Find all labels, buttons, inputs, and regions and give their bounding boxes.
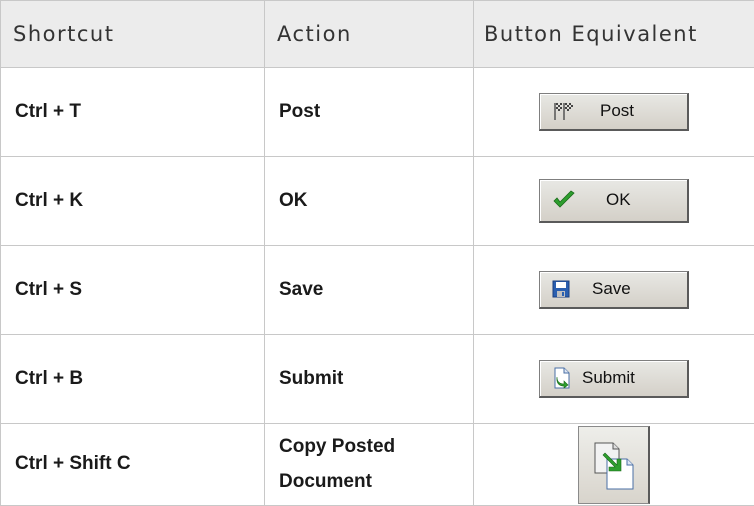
action-cell: OK bbox=[264, 155, 474, 246]
button-cell bbox=[473, 422, 754, 506]
ok-button-label: OK bbox=[606, 190, 631, 210]
table-header-row: Shortcut Action Button Equivalent bbox=[0, 0, 754, 68]
shortcut-table: Shortcut Action Button Equivalent Ctrl +… bbox=[0, 0, 754, 506]
save-button[interactable]: Save bbox=[539, 270, 689, 309]
table-row: Ctrl + Shift C Copy Posted Document bbox=[0, 422, 754, 506]
green-checkmark-icon bbox=[552, 190, 576, 210]
action-cell: Save bbox=[264, 244, 474, 335]
shortcut-cell: Ctrl + K bbox=[0, 155, 265, 246]
save-button-label: Save bbox=[592, 279, 631, 299]
floppy-disk-icon bbox=[552, 280, 570, 298]
shortcut-cell: Ctrl + T bbox=[0, 66, 265, 157]
submit-button[interactable]: Submit bbox=[539, 359, 689, 398]
action-line: Copy Posted bbox=[279, 436, 396, 458]
copy-document-icon bbox=[591, 439, 637, 491]
ok-button[interactable]: OK bbox=[539, 178, 689, 223]
header-shortcut: Shortcut bbox=[0, 0, 265, 68]
table-row: Ctrl + B Submit Submit bbox=[0, 333, 754, 424]
post-button-label: Post bbox=[600, 101, 635, 121]
button-cell: OK bbox=[473, 155, 754, 246]
button-cell: Post bbox=[473, 66, 754, 157]
button-cell: Submit bbox=[473, 333, 754, 424]
table-row: Ctrl + K OK OK bbox=[0, 155, 754, 246]
action-cell: Copy Posted Document bbox=[264, 422, 474, 506]
shortcut-cell: Ctrl + B bbox=[0, 333, 265, 424]
header-action: Action bbox=[264, 0, 474, 68]
table-row: Ctrl + S Save Save bbox=[0, 244, 754, 335]
action-line: Document bbox=[279, 471, 372, 493]
copy-posted-document-button[interactable] bbox=[578, 426, 650, 505]
header-button-equivalent: Button Equivalent bbox=[473, 0, 754, 68]
table-row: Ctrl + T Post Post bbox=[0, 66, 754, 157]
action-cell: Submit bbox=[264, 333, 474, 424]
action-cell: Post bbox=[264, 66, 474, 157]
document-arrow-icon bbox=[552, 367, 572, 390]
shortcut-cell: Ctrl + Shift C bbox=[0, 422, 265, 506]
button-cell: Save bbox=[473, 244, 754, 335]
submit-button-label: Submit bbox=[582, 368, 635, 388]
shortcut-cell: Ctrl + S bbox=[0, 244, 265, 335]
checkered-flag-icon bbox=[552, 101, 574, 121]
post-button[interactable]: Post bbox=[539, 92, 689, 131]
